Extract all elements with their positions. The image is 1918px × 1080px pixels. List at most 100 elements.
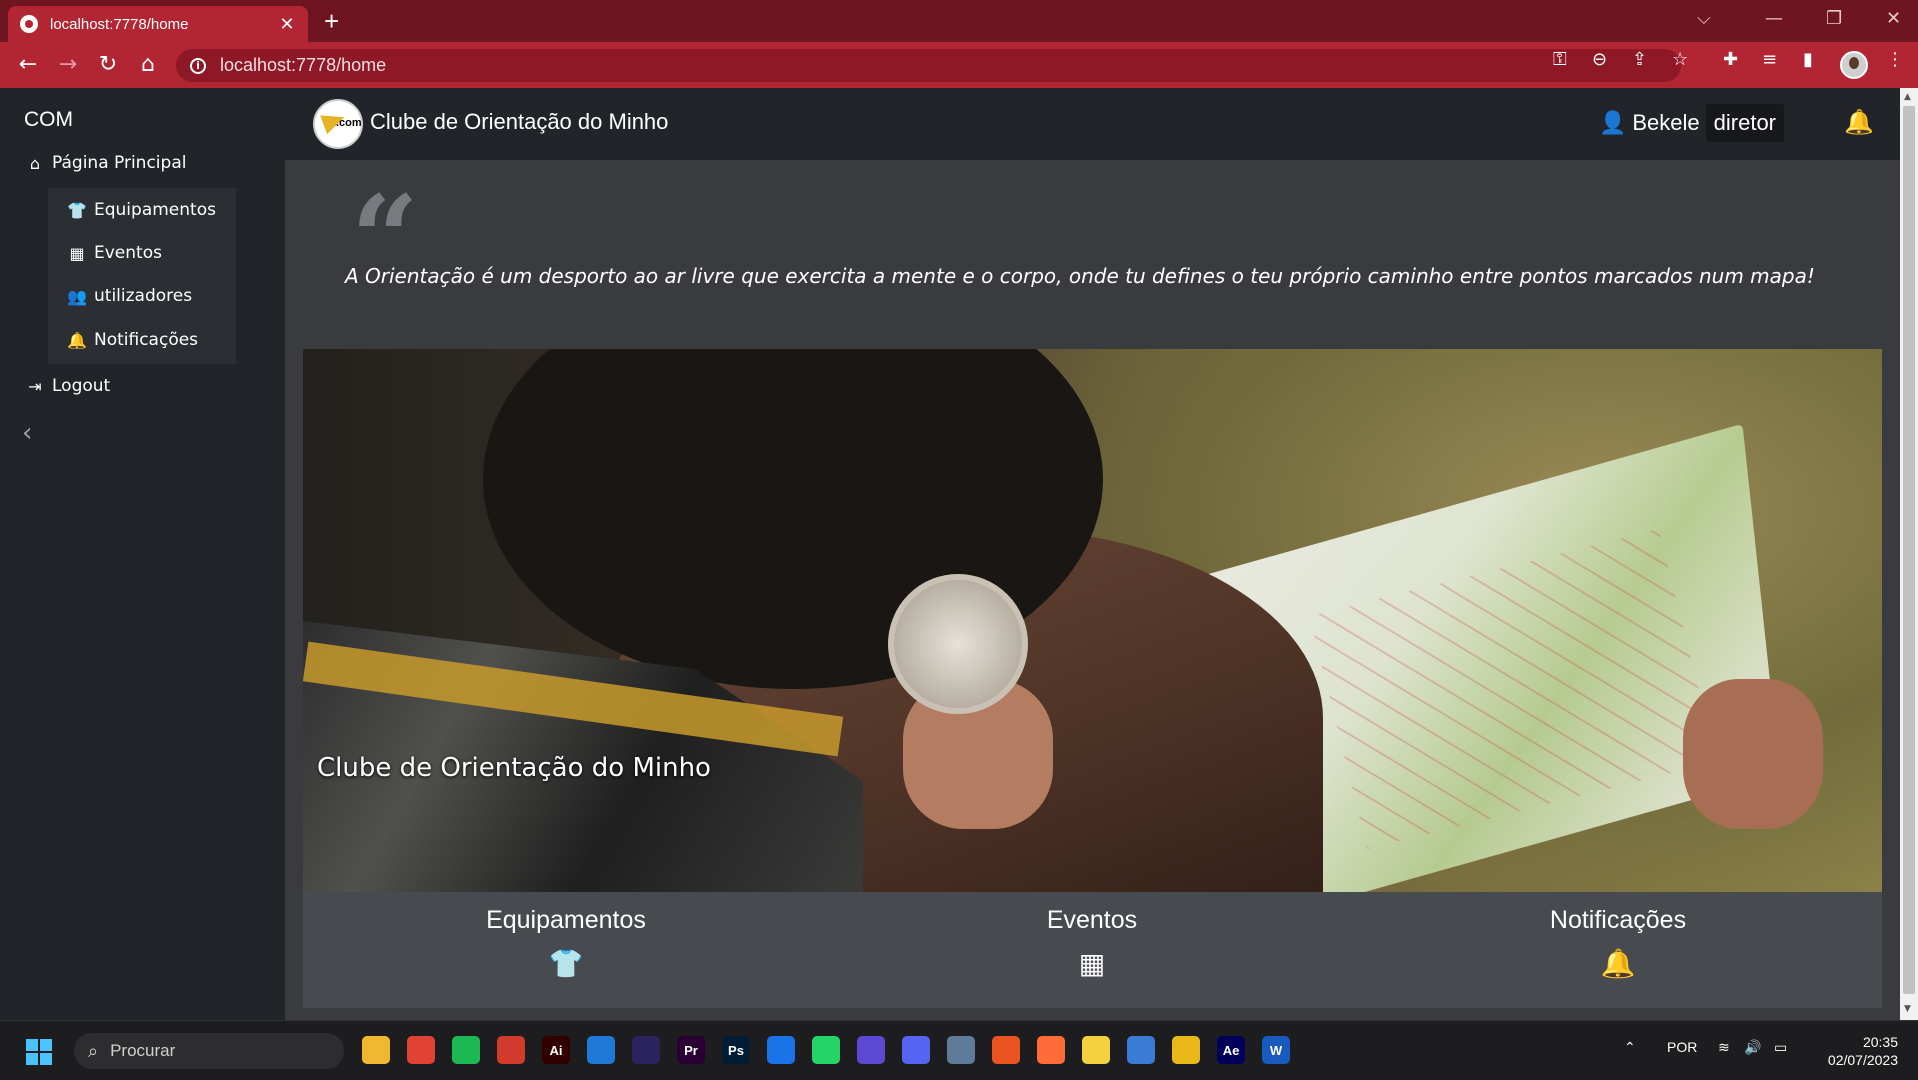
sidebar-item-label: utilizadores (94, 286, 193, 306)
sidebar: COM ⌂ Página Principal 👕 Equipamentos ▦ … (0, 88, 285, 1020)
tab-search-icon[interactable]: ⌵ (1697, 8, 1711, 29)
restore-button[interactable]: ❐ (1826, 8, 1842, 29)
dark-app-icon[interactable] (632, 1036, 660, 1064)
logo-text: .com (336, 117, 362, 129)
language-indicator[interactable]: POR (1667, 1039, 1697, 1055)
key-icon[interactable]: ⚿ (1553, 49, 1567, 70)
sidebar-brand[interactable]: COM (24, 108, 73, 132)
side-panel-icon[interactable]: ▮ (1803, 49, 1813, 70)
bookmark-star-icon[interactable]: ☆ (1672, 49, 1688, 70)
card-eventos[interactable]: Eventos ▦ (829, 892, 1355, 1008)
bell-icon: 🔔 (1600, 947, 1636, 980)
sidebar-item-label: Equipamentos (94, 200, 216, 220)
tab-favicon-icon (20, 15, 38, 33)
home-icon[interactable]: ⌂ (134, 52, 162, 77)
tab-close-icon[interactable]: ✕ (278, 14, 296, 35)
tshirt-icon: 👕 (67, 200, 87, 220)
photoshop-icon[interactable]: Ps (722, 1036, 750, 1064)
volume-icon[interactable]: 🔊 (1744, 1039, 1761, 1056)
wifi-icon[interactable]: ≋ (1718, 1039, 1730, 1056)
chrome-icon[interactable] (407, 1036, 435, 1064)
scroll-up-icon[interactable]: ▲ (1904, 92, 1911, 102)
ubuntu-icon[interactable] (992, 1036, 1020, 1064)
photos-app-icon[interactable] (947, 1036, 975, 1064)
discord-icon[interactable] (902, 1036, 930, 1064)
user-menu[interactable]: 👤 Bekele diretor (1599, 104, 1784, 142)
address-bar[interactable]: i localhost:7778/home (176, 49, 1681, 82)
tips-app-icon[interactable] (1082, 1036, 1110, 1064)
hero-compass (888, 574, 1028, 714)
chevron-left-icon[interactable]: ‹ (22, 418, 32, 448)
back-icon[interactable]: ← (14, 52, 42, 77)
close-window-button[interactable]: ✕ (1886, 8, 1901, 29)
postman-icon[interactable] (1037, 1036, 1065, 1064)
sidebar-item-eventos[interactable]: ▦ Eventos (66, 243, 162, 263)
search-placeholder: Procurar (110, 1041, 176, 1060)
profile-avatar[interactable] (1840, 51, 1868, 79)
reload-icon[interactable]: ↻ (94, 52, 122, 77)
card-title: Notificações (1549, 906, 1687, 934)
file-explorer-icon[interactable] (362, 1036, 390, 1064)
whatsapp-icon[interactable] (812, 1036, 840, 1064)
zoom-icon[interactable]: ⊖ (1592, 49, 1607, 70)
after-effects-icon[interactable]: Ae (1217, 1036, 1245, 1064)
vscode-icon[interactable] (587, 1036, 615, 1064)
minimize-button[interactable]: — (1765, 8, 1783, 29)
clock-time: 20:35 (1862, 1034, 1898, 1050)
site-title[interactable]: Clube de Orientação do Minho (370, 109, 668, 135)
hero-caption: Clube de Orientação do Minho (317, 753, 711, 783)
premiere-icon[interactable]: Pr (677, 1036, 705, 1064)
sidebar-item-utilizadores[interactable]: 👥 utilizadores (66, 286, 192, 306)
page-scrollbar[interactable]: ▲ ▼ (1900, 88, 1918, 1020)
main-content: “ A Orientação é um desporto ao ar livre… (285, 160, 1900, 1020)
clock-date: 02/07/2023 (1827, 1052, 1898, 1068)
users-icon: 👥 (67, 286, 87, 306)
sidebar-item-equipamentos[interactable]: 👕 Equipamentos (66, 200, 216, 220)
user-name: Bekele (1632, 110, 1700, 135)
sidebar-item-home[interactable]: ⌂ Página Principal (24, 153, 187, 173)
mail-icon[interactable] (767, 1036, 795, 1064)
logout-icon: ⇥ (28, 376, 42, 396)
tshirt-icon: 👕 (548, 947, 584, 980)
top-navbar: .com Clube de Orientação do Minho 👤 Beke… (285, 88, 1900, 160)
browser-tab[interactable]: localhost:7778/home ✕ (8, 6, 308, 42)
taskbar-search[interactable]: ⌕ Procurar (74, 1033, 344, 1069)
spotify-icon[interactable] (452, 1036, 480, 1064)
site-info-icon[interactable]: i (190, 57, 206, 74)
scroll-down-icon[interactable]: ▼ (1904, 1004, 1911, 1014)
hero-hand-right (1683, 679, 1823, 829)
battery-icon[interactable]: ▭ (1774, 1039, 1787, 1056)
share-icon[interactable]: ⇪ (1632, 49, 1647, 70)
card-equipamentos[interactable]: Equipamentos 👕 (303, 892, 829, 1008)
notifications-bell-icon[interactable]: 🔔 (1844, 108, 1874, 136)
user-role-badge: diretor (1705, 104, 1784, 142)
app-red-yellow-icon[interactable] (497, 1036, 525, 1064)
yellow-app-icon[interactable] (1172, 1036, 1200, 1064)
card-title: Eventos (1046, 906, 1138, 934)
tray-chevron-icon[interactable]: ⌃ (1624, 1039, 1636, 1056)
menu-icon[interactable]: ⋮ (1886, 49, 1904, 70)
club-logo[interactable]: .com (313, 99, 363, 149)
box-app-icon[interactable] (1127, 1036, 1155, 1064)
calendar-icon: ▦ (69, 243, 85, 263)
windows-start-icon[interactable] (26, 1039, 52, 1065)
media-icon[interactable]: ≡ (1762, 49, 1777, 70)
home-icon: ⌂ (29, 153, 41, 173)
card-notificacoes[interactable]: Notificações 🔔 (1355, 892, 1881, 1008)
new-tab-button[interactable]: + (324, 6, 339, 37)
sidebar-item-logout[interactable]: ⇥ Logout (24, 376, 110, 396)
moon-app-icon[interactable] (857, 1036, 885, 1064)
taskbar-clock[interactable]: 20:35 02/07/2023 (1828, 1033, 1898, 1069)
sidebar-item-label: Eventos (94, 243, 162, 263)
sidebar-item-notificacoes[interactable]: 🔔 Notificações (66, 330, 198, 350)
word-icon[interactable]: W (1262, 1036, 1290, 1064)
calendar-icon: ▦ (1078, 947, 1106, 980)
sidebar-item-label: Página Principal (52, 153, 187, 173)
illustrator-icon[interactable]: Ai (542, 1036, 570, 1064)
extensions-icon[interactable]: ✚ (1723, 49, 1738, 70)
forward-icon[interactable]: → (54, 52, 82, 77)
user-icon: 👤 (1598, 110, 1627, 135)
quote-text: A Orientação é um desporto ao ar livre q… (345, 264, 1815, 288)
search-icon: ⌕ (88, 1040, 99, 1061)
scrollbar-thumb[interactable] (1903, 106, 1915, 994)
